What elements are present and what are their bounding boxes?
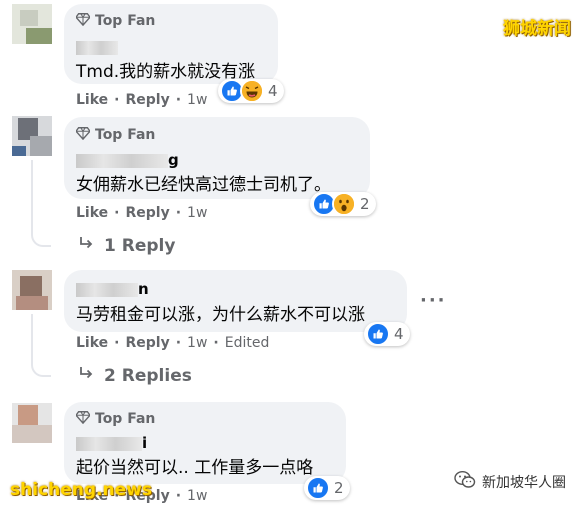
name-visible-part: g xyxy=(168,151,179,169)
reaction-summary[interactable]: 4 xyxy=(218,79,284,103)
replies-count-label: 1 Reply xyxy=(104,235,176,256)
wow-icon xyxy=(332,192,356,216)
timestamp[interactable]: 1w xyxy=(187,92,207,108)
name-visible-part: n xyxy=(138,280,149,298)
top-fan-badge: Top Fan xyxy=(75,126,156,144)
view-replies-link[interactable]: 1 Reply xyxy=(78,235,175,256)
separator: · xyxy=(114,92,120,108)
badge-label: Top Fan xyxy=(95,13,156,29)
timestamp[interactable]: 1w xyxy=(187,488,207,504)
comment-text: 马劳租金可以涨，为什么薪水不可以涨 xyxy=(76,305,365,325)
avatar[interactable] xyxy=(12,270,52,310)
reply-arrow-icon xyxy=(78,235,94,256)
reaction-count: 4 xyxy=(394,325,404,343)
diamond-icon xyxy=(75,410,91,428)
reaction-summary[interactable]: 2 xyxy=(304,476,350,500)
thread-line xyxy=(31,314,33,364)
separator: · xyxy=(114,205,120,221)
top-fan-badge: Top Fan xyxy=(75,410,156,428)
reaction-summary[interactable]: 4 xyxy=(364,322,410,346)
avatar[interactable] xyxy=(12,4,52,44)
timestamp[interactable]: 1w xyxy=(187,205,207,221)
badge-label: Top Fan xyxy=(95,127,156,143)
wechat-watermark: 新加坡华人圈 xyxy=(454,470,566,494)
like-button[interactable]: Like xyxy=(76,335,108,351)
separator: · xyxy=(175,92,182,108)
reply-button[interactable]: Reply xyxy=(125,92,169,108)
separator: · xyxy=(213,335,219,351)
commenter-name[interactable]: g xyxy=(76,151,179,169)
comment-text: 女佣薪水已经快高过德士司机了。 xyxy=(76,175,331,195)
diamond-icon xyxy=(75,126,91,144)
wechat-icon xyxy=(454,470,476,494)
avatar[interactable] xyxy=(12,116,52,156)
replies-count-label: 2 Replies xyxy=(104,365,192,386)
reaction-summary[interactable]: 2 xyxy=(310,192,376,216)
commenter-name[interactable]: n xyxy=(76,280,149,298)
like-icon xyxy=(306,476,330,500)
reaction-count: 2 xyxy=(334,479,344,497)
comment-text: 起价当然可以.. 工作量多一点咯 xyxy=(76,458,314,478)
reaction-count: 4 xyxy=(268,82,278,100)
reply-button[interactable]: Reply xyxy=(125,335,169,351)
watermark-bottom-left: shicheng.news xyxy=(10,480,152,500)
watermark-top-right: 狮城新闻 xyxy=(503,19,571,39)
name-visible-part: i xyxy=(142,434,148,452)
like-button[interactable]: Like xyxy=(76,205,108,221)
more-options-button[interactable]: ··· xyxy=(420,290,447,311)
timestamp[interactable]: 1w xyxy=(187,335,207,351)
commenter-name[interactable] xyxy=(76,38,118,56)
reply-arrow-icon xyxy=(78,365,94,386)
edited-label[interactable]: Edited xyxy=(225,335,270,351)
view-replies-link[interactable]: 2 Replies xyxy=(78,365,192,386)
comment-actions: Like · Reply · 1w · Edited xyxy=(76,335,269,351)
badge-label: Top Fan xyxy=(95,411,156,427)
avatar[interactable] xyxy=(12,403,52,443)
reply-button[interactable]: Reply xyxy=(125,205,169,221)
diamond-icon xyxy=(75,12,91,30)
separator: · xyxy=(175,335,182,351)
comment-actions: Like · Reply · 1w xyxy=(76,92,207,108)
separator: · xyxy=(114,335,120,351)
like-icon xyxy=(366,322,390,346)
separator: · xyxy=(175,488,182,504)
comment-actions: Like · Reply · 1w xyxy=(76,205,207,221)
thread-connector xyxy=(31,229,51,247)
separator: · xyxy=(175,205,182,221)
thread-connector xyxy=(31,359,51,377)
reaction-count: 2 xyxy=(360,195,370,213)
commenter-name[interactable]: i xyxy=(76,434,147,452)
wechat-account-name: 新加坡华人圈 xyxy=(482,475,566,491)
top-fan-badge: Top Fan xyxy=(75,12,156,30)
laugh-icon xyxy=(240,79,264,103)
like-button[interactable]: Like xyxy=(76,92,108,108)
thread-line xyxy=(31,160,33,234)
